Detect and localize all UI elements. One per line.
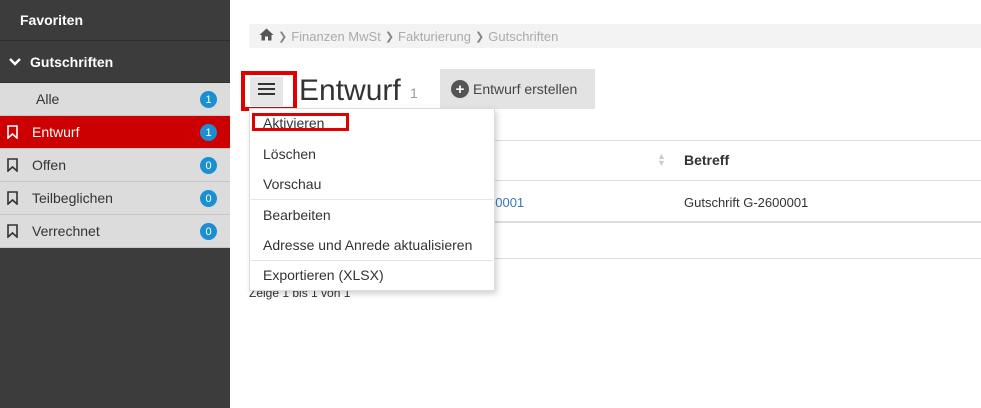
create-draft-button[interactable]: + Entwurf erstellen — [440, 69, 595, 109]
sort-icon[interactable]: ▲ ▼ — [657, 152, 666, 168]
sidebar-item-label: Offen — [32, 157, 66, 173]
bookmark-icon — [7, 191, 21, 205]
sidebar: Favoriten Gutschriften Alle 1 Entwurf 1 … — [0, 0, 230, 408]
sidebar-item-label: Alle — [36, 91, 60, 107]
menu-item-bearbeiten[interactable]: Bearbeiten — [263, 207, 331, 223]
chevron-right-icon: ❯ — [475, 30, 485, 43]
count-badge: 1 — [200, 124, 217, 141]
page-title: Entwurf — [299, 74, 401, 107]
section-gutschriften[interactable]: Gutschriften — [0, 41, 230, 83]
sidebar-item-alle[interactable]: Alle 1 — [0, 83, 230, 116]
column-header-betreff[interactable]: Betreff — [684, 152, 729, 168]
bookmark-icon — [7, 158, 21, 172]
breadcrumb-item[interactable]: Gutschriften — [488, 29, 558, 44]
section-label: Gutschriften — [30, 53, 114, 70]
sidebar-item-verrechnet[interactable]: Verrechnet 0 — [0, 215, 230, 248]
count-badge: 0 — [200, 157, 217, 174]
title-count: 1 — [410, 85, 418, 101]
sidebar-item-offen[interactable]: Offen 0 — [0, 149, 230, 182]
breadcrumb-item[interactable]: Finanzen MwSt — [291, 29, 381, 44]
highlight-box — [241, 71, 297, 111]
sidebar-item-label: Verrechnet — [32, 223, 100, 239]
betreff-cell: Gutschrift G-2600001 — [684, 195, 809, 210]
plus-circle-icon: + — [451, 80, 469, 98]
sidebar-item-label: Entwurf — [32, 124, 80, 140]
menu-item-adresse-aktualisieren[interactable]: Adresse und Anrede aktualisieren — [263, 237, 472, 253]
menu-item-exportieren[interactable]: Exportieren (XLSX) — [263, 267, 384, 283]
chevron-right-icon: ❯ — [384, 30, 395, 43]
favorites-header[interactable]: Favoriten — [0, 0, 230, 41]
breadcrumb-item[interactable]: Fakturierung — [398, 29, 471, 44]
count-badge: 0 — [200, 223, 217, 240]
chevron-right-icon: ❯ — [278, 30, 288, 43]
sidebar-item-entwurf[interactable]: Entwurf 1 — [0, 116, 230, 149]
count-badge: 1 — [200, 91, 217, 108]
home-icon[interactable] — [259, 28, 274, 44]
menu-divider — [251, 199, 493, 200]
bookmark-icon — [7, 224, 21, 238]
breadcrumb: ❯ Finanzen MwSt ❯ Fakturierung ❯ Gutschr… — [249, 24, 981, 48]
highlight-box — [252, 113, 349, 131]
bookmark-icon — [7, 125, 21, 139]
actions-dropdown: Aktivieren Löschen Vorschau Bearbeiten A… — [249, 108, 495, 291]
menu-item-vorschau[interactable]: Vorschau — [263, 176, 321, 192]
chevron-down-icon — [6, 57, 24, 67]
sidebar-item-teilbeglichen[interactable]: Teilbeglichen 0 — [0, 182, 230, 215]
sidebar-item-label: Teilbeglichen — [32, 190, 113, 206]
count-badge: 0 — [200, 190, 217, 207]
menu-item-loeschen[interactable]: Löschen — [263, 146, 316, 162]
menu-divider — [251, 260, 493, 261]
create-draft-label: Entwurf erstellen — [473, 81, 578, 97]
